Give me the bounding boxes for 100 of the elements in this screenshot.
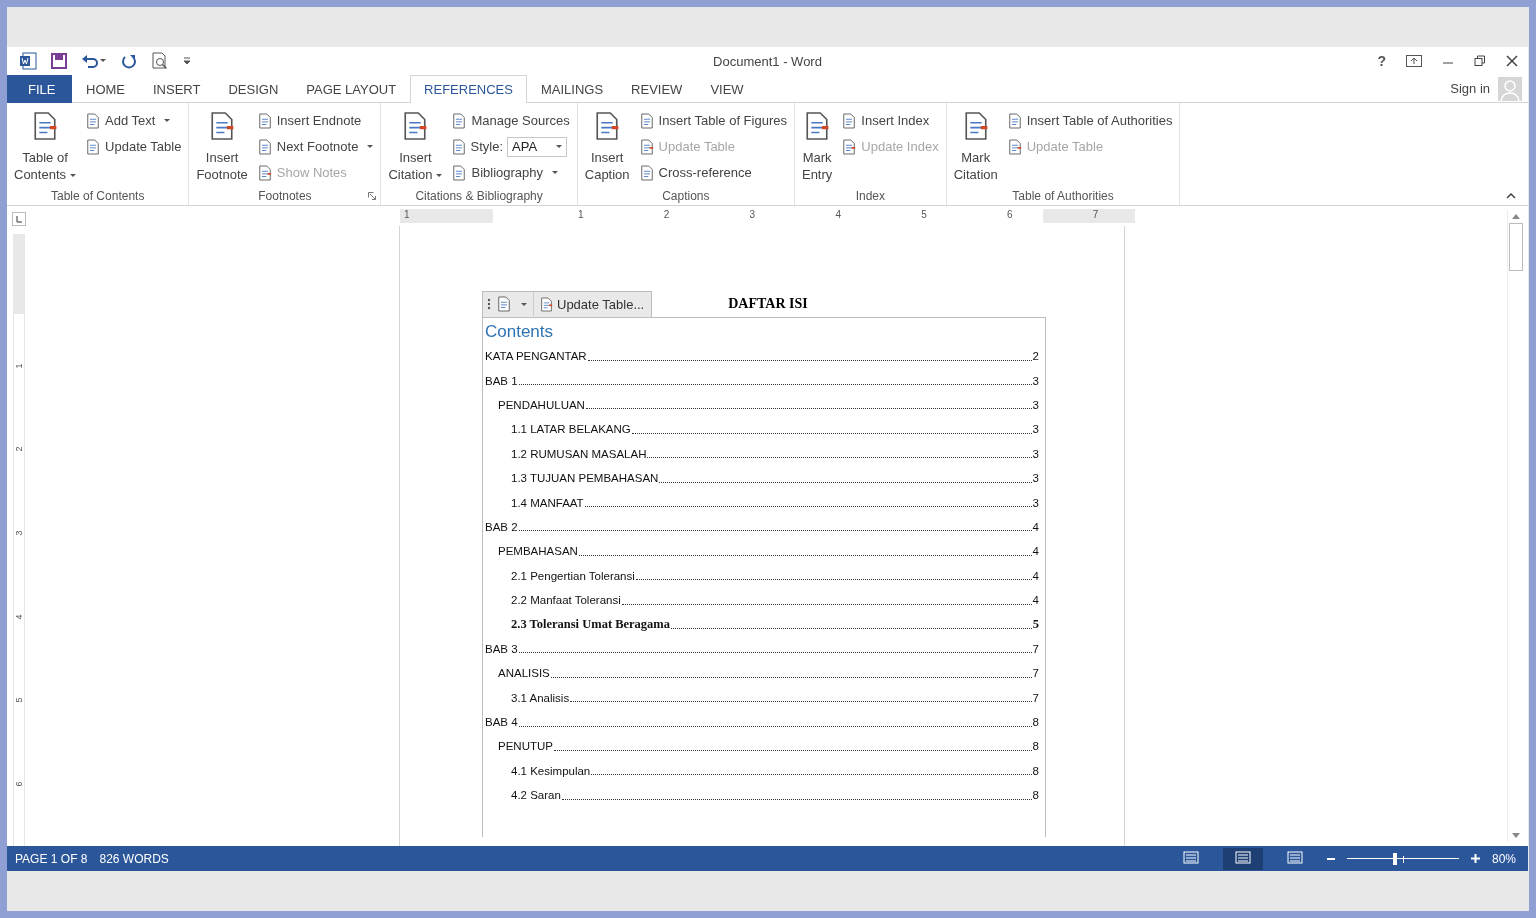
close-icon[interactable]	[1506, 55, 1518, 67]
window-title: Document1 - Word	[713, 53, 822, 69]
toc-page-number: 3	[1032, 374, 1039, 387]
document-icon	[1007, 138, 1022, 155]
scrollbar-thumb[interactable]	[1509, 223, 1523, 271]
help-button[interactable]: ?	[1377, 53, 1386, 69]
toc-entry-title[interactable]: 2.3 Toleransi Umat Beragama	[511, 617, 671, 632]
customize-icon[interactable]	[183, 56, 191, 66]
toc-page-number: 4	[1032, 545, 1039, 558]
scroll-up-icon[interactable]	[1512, 214, 1520, 219]
file-tab[interactable]: FILE	[7, 75, 72, 103]
word-count[interactable]: 826 WORDS	[99, 851, 169, 866]
ribbon-button[interactable]: Manage Sources	[449, 109, 573, 132]
group-label: Table of Authorities	[1012, 189, 1114, 203]
toc-entry-title[interactable]: 4.2 Saran	[511, 789, 561, 802]
dialog-launcher-icon[interactable]	[368, 192, 377, 200]
toc-entry-title[interactable]: 2.2 Manfaat Toleransi	[511, 594, 621, 607]
sign-in-link[interactable]: Sign in	[1450, 81, 1490, 96]
large-ribbon-button[interactable]: Mark Entry	[798, 107, 836, 187]
toc-entry-title[interactable]: PENUTUP	[498, 740, 553, 753]
document-icon	[1007, 112, 1022, 129]
ribbon-button[interactable]: Bibliography	[449, 161, 573, 184]
restore-icon[interactable]	[1474, 55, 1486, 67]
ribbon-tab[interactable]: PAGE LAYOUT	[292, 75, 411, 103]
zoom-thumb[interactable]	[1393, 852, 1398, 865]
toc-entry-title[interactable]: ANALISIS	[498, 667, 550, 680]
toc-entry-title[interactable]: 4.1 Kesimpulan	[511, 764, 591, 777]
update-table-button[interactable]: Update Table...	[533, 292, 648, 316]
toc-entry-title[interactable]: 3.1 Analisis	[511, 691, 570, 704]
document-icon	[86, 112, 101, 129]
ribbon-button[interactable]: Update Table	[83, 135, 185, 158]
ribbon-tab[interactable]: REVIEW	[617, 75, 697, 103]
toc-entry-title[interactable]: PENDAHULUAN	[498, 398, 585, 411]
document-icon	[32, 109, 58, 143]
toc-page-number: 8	[1032, 789, 1039, 802]
toc-entry-title[interactable]: 1.1 LATAR BELAKANG	[511, 423, 631, 436]
document-icon	[804, 109, 831, 143]
horizontal-ruler: 1 1 2 3 4 5 6 7	[400, 209, 1135, 223]
ribbon-tab[interactable]: VIEW	[696, 75, 758, 103]
save-icon[interactable]	[51, 53, 67, 69]
toc-entry-title[interactable]: 1.4 MANFAAT	[511, 496, 584, 509]
ribbon-button[interactable]: Insert Table of Figures	[636, 109, 790, 132]
large-ribbon-button[interactable]: Table of Contents	[11, 107, 80, 187]
toc-page-number: 3	[1032, 472, 1039, 485]
ribbon-tab[interactable]: DESIGN	[214, 75, 293, 103]
toc-entry-title[interactable]: 2.1 Pengertian Toleransi	[511, 569, 635, 582]
ribbon-button[interactable]: Cross-reference	[636, 161, 790, 184]
group-label: Table of Contents	[51, 189, 145, 203]
tab-selector-icon[interactable]	[12, 212, 26, 226]
drag-handle-icon[interactable]	[487, 298, 491, 310]
ribbon-button[interactable]: Add Text	[83, 109, 185, 132]
toc-entry-title[interactable]: BAB 4	[485, 716, 518, 729]
document-icon	[452, 112, 467, 129]
toc-page-number: 4	[1032, 594, 1039, 607]
collapse-ribbon-icon[interactable]	[1506, 193, 1516, 199]
toc-entry-title[interactable]: BAB 3	[485, 642, 518, 655]
toc-page-number: 5	[1032, 617, 1039, 632]
zoom-level[interactable]: 80%	[1491, 851, 1516, 866]
page-icon	[1234, 850, 1251, 864]
ribbon-display-icon[interactable]	[1406, 55, 1422, 67]
toc-page-number: 3	[1032, 447, 1039, 460]
ribbon-tab[interactable]: INSERT	[139, 75, 215, 103]
toc-entry-title[interactable]: BAB 2	[485, 520, 518, 533]
view-button[interactable]	[1222, 847, 1263, 870]
ribbon-tab[interactable]: MAILINGS	[526, 75, 618, 103]
large-ribbon-button[interactable]: Insert Citation	[385, 107, 446, 187]
ribbon-button[interactable]: Insert Table of Authorities	[1004, 109, 1176, 132]
zoom-in-icon[interactable]	[1470, 854, 1480, 863]
ribbon-tab[interactable]: HOME	[72, 75, 139, 103]
undo-icon[interactable]	[81, 53, 107, 69]
toc-entry-title[interactable]: 1.3 TUJUAN PEMBAHASAN	[511, 472, 659, 485]
print-preview-icon[interactable]	[151, 52, 169, 70]
toc-entry-title[interactable]: 1.2 RUMUSAN MASALAH	[511, 447, 647, 460]
style-label: Style:	[470, 139, 503, 154]
toc-entry-title[interactable]: KATA PENGANTAR	[485, 350, 587, 363]
scroll-down-icon[interactable]	[1512, 833, 1520, 838]
toc-entry-title[interactable]: BAB 1	[485, 374, 518, 387]
redo-icon[interactable]	[121, 53, 137, 69]
group-label: Footnotes	[258, 189, 312, 203]
word-logo-icon[interactable]	[19, 52, 37, 70]
document-icon	[257, 138, 272, 155]
document-icon	[639, 112, 654, 129]
toc-page-number: 7	[1032, 667, 1039, 680]
large-ribbon-button[interactable]: Insert Footnote	[193, 107, 251, 187]
document-icon	[257, 164, 272, 181]
page-count[interactable]: PAGE 1 OF 8	[15, 851, 88, 866]
large-ribbon-button[interactable]: Insert Caption	[581, 107, 633, 187]
style-dropdown[interactable]: APA	[507, 136, 567, 157]
ribbon-button[interactable]: Insert Index	[839, 109, 942, 132]
toc-control-tab[interactable]: Update Table...	[482, 290, 653, 317]
document-icon	[639, 164, 654, 181]
document-icon	[842, 112, 857, 129]
large-ribbon-button[interactable]: Mark Citation	[950, 107, 1001, 187]
group-label: Citations & Bibliography	[415, 189, 543, 203]
ribbon-tab[interactable]: REFERENCES	[410, 75, 527, 103]
toc-entry-title[interactable]: PEMBAHASAN	[498, 545, 578, 558]
group-label: Index	[855, 189, 885, 203]
toc-page-number: 8	[1032, 764, 1039, 777]
ribbon-button[interactable]: Insert Endnote	[254, 109, 377, 132]
ribbon-button[interactable]: Next Footnote	[254, 135, 377, 158]
